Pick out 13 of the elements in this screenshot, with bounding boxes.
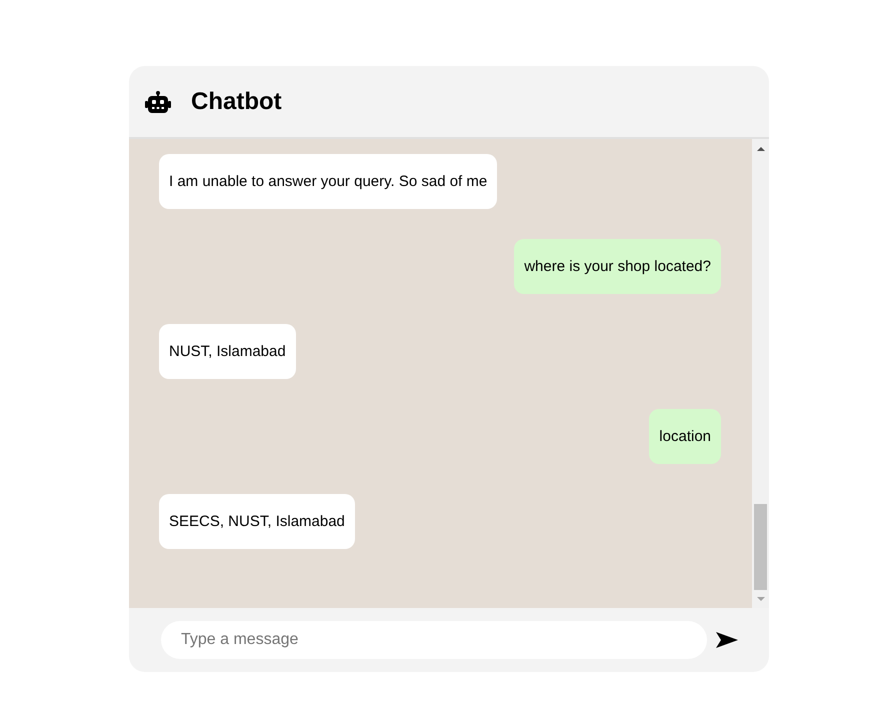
scrollbar-thumb[interactable] xyxy=(754,504,767,590)
down-triangle-icon[interactable] xyxy=(756,597,764,601)
send-icon xyxy=(716,632,738,648)
chat-title: Chatbot xyxy=(191,88,282,116)
user-message: where is your shop located? xyxy=(514,239,721,294)
message-input[interactable]: Type a message xyxy=(161,621,707,659)
bot-message: NUST, Islamabad xyxy=(159,324,296,379)
user-message: location xyxy=(649,409,721,464)
robot-icon xyxy=(145,90,171,112)
bot-message: I am unable to answer your query. So sad of me xyxy=(159,154,498,209)
send-button[interactable] xyxy=(716,632,738,648)
up-triangle-icon[interactable] xyxy=(756,147,764,151)
bot-message: SEECS, NUST, Islamabad xyxy=(159,494,355,549)
